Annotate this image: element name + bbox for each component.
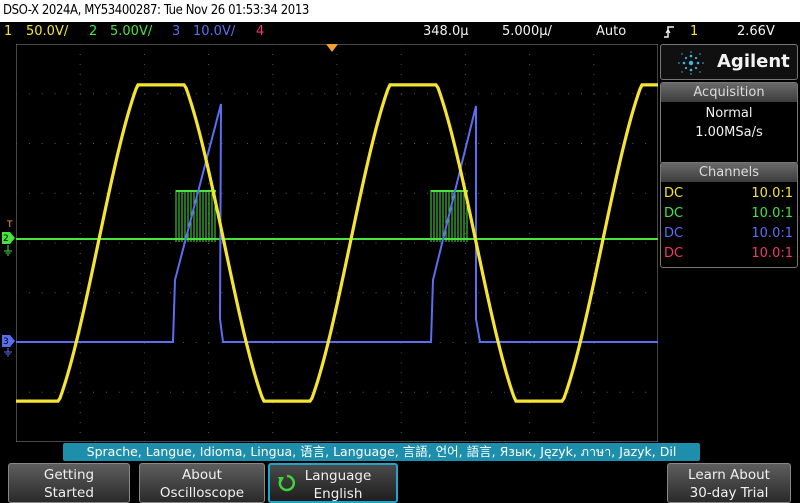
ch3-ground-marker[interactable]: 3: [2, 332, 16, 358]
ch3-scale[interactable]: 10.0V/: [193, 22, 235, 42]
getting-started-button[interactable]: Getting Started: [8, 463, 130, 503]
ch2-ground-marker[interactable]: T 2: [2, 218, 16, 258]
ch2-scale[interactable]: 5.00V/: [110, 22, 152, 42]
trigger-level[interactable]: 2.66V: [737, 22, 775, 42]
trigger-mode[interactable]: Auto: [596, 22, 626, 42]
softkey-bar: Getting Started About Oscilloscope Languag…: [0, 463, 800, 503]
ch1-number[interactable]: 1: [4, 22, 12, 42]
trigger-source[interactable]: 1: [690, 22, 698, 42]
rising-edge-icon: [663, 25, 675, 46]
acquisition-panel[interactable]: Acquisition Normal 1.00MSa/s: [660, 82, 798, 164]
trigger-level-marker: T: [6, 220, 13, 230]
language-bar: Sprache, Langue, Idioma, Lingua, 语言, Lan…: [63, 443, 700, 461]
svg-text:2: 2: [3, 234, 9, 244]
ch3-number[interactable]: 3: [172, 22, 180, 42]
channel-row-3[interactable]: DC 10.0:1: [661, 224, 797, 244]
horizontal-delay[interactable]: 348.0µ: [423, 22, 469, 42]
channels-panel[interactable]: Channels DC 10.0:1 DC 10.0:1 DC 10.0:1 DC 10…: [660, 162, 798, 268]
ch4-number[interactable]: 4: [256, 22, 264, 42]
right-side-panel: Agilent Acquisition Normal 1.00MSa/s Cha…: [660, 44, 800, 442]
spark-icon: [678, 51, 704, 75]
waveform-display[interactable]: [16, 44, 658, 442]
channel-row-1[interactable]: DC 10.0:1: [661, 184, 797, 204]
sample-rate: 1.00MSa/s: [695, 125, 763, 140]
status-bar: 1 50.0V/ 2 5.00V/ 3 10.0V/ 4 348.0µ 5.00…: [0, 22, 800, 42]
channel-row-4[interactable]: DC 10.0:1: [661, 244, 797, 264]
window-title: DSO-X 2024A, MY53400287: Tue Nov 26 01:5…: [0, 0, 800, 22]
timebase-scale[interactable]: 5.000µ/: [502, 22, 552, 42]
language-button[interactable]: Language English: [268, 463, 398, 503]
learn-about-trial-button[interactable]: Learn About 30-day Trial: [667, 463, 791, 503]
agilent-logo: Agilent: [660, 44, 798, 80]
ch2-number[interactable]: 2: [89, 22, 97, 42]
acquisition-header: Acquisition: [661, 83, 797, 102]
acquisition-mode: Normal: [705, 106, 753, 121]
channels-header: Channels: [661, 163, 797, 182]
ch1-scale[interactable]: 50.0V/: [26, 22, 68, 42]
rotary-knob-icon: [278, 474, 296, 492]
brand-name: Agilent: [717, 51, 790, 72]
svg-text:3: 3: [3, 337, 9, 347]
about-oscilloscope-button[interactable]: About Oscilloscope: [139, 463, 265, 503]
channel-row-2[interactable]: DC 10.0:1: [661, 204, 797, 224]
